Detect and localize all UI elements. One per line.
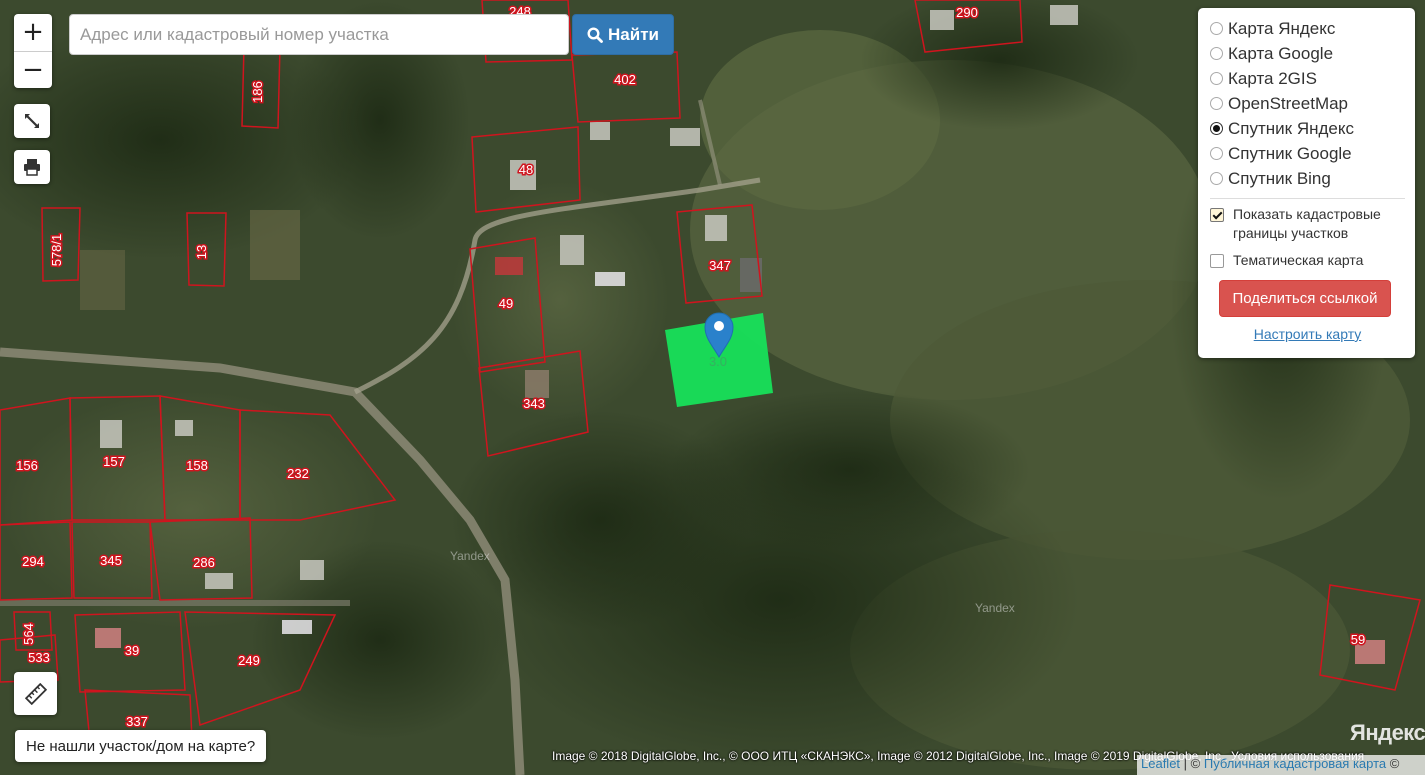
parcel-number-label: 157: [103, 454, 125, 469]
print-button[interactable]: [14, 150, 50, 184]
layer-radio[interactable]: [1210, 47, 1223, 60]
zoom-in-button[interactable]: +: [14, 14, 52, 51]
layer-option-label: Карта 2GIS: [1228, 68, 1317, 88]
parcel-number-label: 294: [22, 554, 44, 569]
parcel-number-label: 343: [523, 396, 545, 411]
parcel-number-label: 186: [250, 81, 265, 103]
measure-button[interactable]: [14, 672, 57, 715]
not-found-button[interactable]: Не нашли участок/дом на карте?: [15, 730, 267, 762]
pkk-link[interactable]: Публичная кадастровая карта: [1204, 756, 1386, 771]
show-cadastral-label: Показать кадастровые границы участков: [1233, 206, 1381, 241]
layer-radio[interactable]: [1210, 22, 1223, 35]
parcel-number-label: 286: [193, 555, 215, 570]
parcel-number-label: 578/1: [49, 234, 64, 267]
parcel-number-label: 39: [125, 643, 139, 658]
parcel-number-label: 158: [186, 458, 208, 473]
layers-panel: Карта Яндекс Карта Google Карта 2GIS OpenSt…: [1198, 8, 1415, 358]
printer-icon: [24, 159, 40, 176]
map-attribution: Leaflet | © Публичная кадастровая карта …: [1137, 755, 1425, 775]
attribution-separator: | ©: [1180, 756, 1204, 771]
search-bar: Найти: [69, 14, 674, 55]
parcel-number-label: 533: [28, 650, 50, 665]
layer-radio[interactable]: [1210, 72, 1223, 85]
layer-option[interactable]: Спутник Google: [1210, 141, 1405, 166]
layer-option[interactable]: Карта Google: [1210, 41, 1405, 66]
layer-radio[interactable]: [1210, 97, 1223, 110]
parcel-number-label: 249: [238, 653, 260, 668]
share-link-button[interactable]: Поделиться ссылкой: [1219, 280, 1391, 317]
ruler-icon: [24, 682, 47, 705]
yandex-watermark: Yandex: [975, 601, 1015, 615]
parcel-number-label: 290: [956, 5, 978, 20]
setup-map-link[interactable]: Настроить карту: [1210, 326, 1405, 342]
layer-radio[interactable]: [1210, 172, 1223, 185]
layer-option-label: Карта Google: [1228, 43, 1334, 63]
zoom-out-button[interactable]: −: [14, 51, 52, 88]
zoom-control: + −: [14, 14, 52, 88]
thematic-map-checkbox[interactable]: [1210, 254, 1224, 268]
show-cadastral-checkbox[interactable]: [1210, 208, 1224, 222]
parcel-number-label: 345: [100, 553, 122, 568]
parcel-number-label: 49: [499, 296, 513, 311]
thematic-map-label: Тематическая карта: [1233, 252, 1364, 268]
layer-option-label: Карта Яндекс: [1228, 18, 1336, 38]
search-icon: [587, 26, 603, 43]
expand-icon: [25, 114, 39, 128]
layer-radio[interactable]: [1210, 147, 1223, 160]
yandex-watermark: Yandex: [450, 549, 490, 563]
parcel-number-label: 59: [1351, 632, 1365, 647]
parcel-number-label: 337: [126, 714, 148, 729]
layer-option[interactable]: Спутник Bing: [1210, 166, 1405, 191]
yandex-logo: Яндекс: [1350, 720, 1425, 745]
fullscreen-button[interactable]: [14, 104, 50, 138]
search-button[interactable]: Найти: [572, 14, 674, 55]
search-input[interactable]: [69, 14, 569, 55]
parcel-number-label: 13: [194, 245, 209, 259]
search-button-label: Найти: [608, 24, 659, 44]
leaflet-link[interactable]: Leaflet: [1141, 756, 1180, 771]
parcel-number-label: 48: [519, 162, 533, 177]
layer-radio[interactable]: [1210, 122, 1223, 135]
layer-option[interactable]: Карта 2GIS: [1210, 66, 1405, 91]
layer-option-label: Спутник Яндекс: [1228, 118, 1354, 138]
layer-option[interactable]: Спутник Яндекс: [1210, 116, 1405, 141]
show-cadastral-toggle[interactable]: Показать кадастровые границы участков: [1210, 205, 1405, 243]
parcel-number-label: 232: [287, 466, 309, 481]
attribution-suffix: ©: [1386, 756, 1400, 771]
parcel-number-label: 156: [16, 458, 38, 473]
layer-option[interactable]: OpenStreetMap: [1210, 91, 1405, 116]
thematic-map-toggle[interactable]: Тематическая карта: [1210, 251, 1405, 270]
base-layer-list: Карта Яндекс Карта Google Карта 2GIS OpenSt…: [1210, 16, 1405, 191]
parcel-number-label: 347: [709, 258, 731, 273]
layer-option-label: OpenStreetMap: [1228, 93, 1349, 113]
parcel-number-label: 564: [21, 623, 36, 645]
layer-option[interactable]: Карта Яндекс: [1210, 16, 1405, 41]
layer-option-label: Спутник Google: [1228, 143, 1352, 163]
panel-divider: [1210, 198, 1405, 199]
parcel-number-label: 402: [614, 72, 636, 87]
layer-option-label: Спутник Bing: [1228, 168, 1331, 188]
